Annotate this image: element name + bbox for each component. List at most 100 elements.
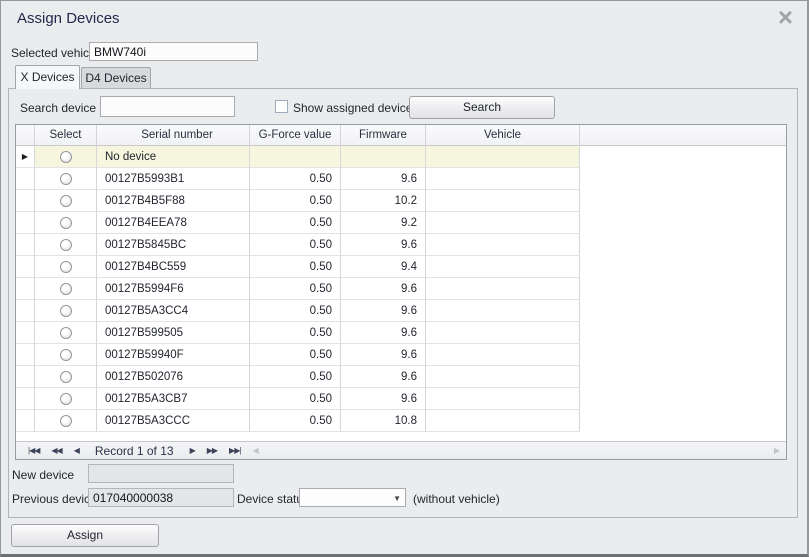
- scroll-left-icon[interactable]: ◀: [252, 446, 258, 455]
- vehicle-cell[interactable]: [426, 366, 580, 388]
- firmware-cell[interactable]: 9.6: [341, 366, 426, 388]
- select-radio[interactable]: [60, 283, 72, 295]
- firmware-cell[interactable]: 9.6: [341, 168, 426, 190]
- gforce-cell[interactable]: [250, 146, 341, 168]
- firmware-cell[interactable]: 9.6: [341, 322, 426, 344]
- gforce-cell[interactable]: 0.50: [250, 234, 341, 256]
- header-vehicle[interactable]: Vehicle: [426, 125, 580, 146]
- table-row[interactable]: 00127B599505 0.50 9.6: [16, 322, 786, 344]
- table-row[interactable]: ▶ No device: [16, 146, 786, 168]
- device-status-dropdown[interactable]: ▼: [299, 488, 406, 507]
- vehicle-cell[interactable]: [426, 344, 580, 366]
- vehicle-cell[interactable]: [426, 410, 580, 432]
- scroll-right-icon[interactable]: ▶: [774, 446, 780, 455]
- table-row[interactable]: 00127B5994F6 0.50 9.6: [16, 278, 786, 300]
- select-radio[interactable]: [60, 195, 72, 207]
- firmware-cell[interactable]: 9.6: [341, 234, 426, 256]
- firmware-cell[interactable]: 9.2: [341, 212, 426, 234]
- header-gforce-value[interactable]: G-Force value: [250, 125, 341, 146]
- serial-number-cell[interactable]: 00127B5994F6: [97, 278, 250, 300]
- table-row[interactable]: 00127B502076 0.50 9.6: [16, 366, 786, 388]
- search-device-input[interactable]: [100, 96, 235, 117]
- table-row[interactable]: 00127B4B5F88 0.50 10.2: [16, 190, 786, 212]
- table-row[interactable]: 00127B5993B1 0.50 9.6: [16, 168, 786, 190]
- gforce-cell[interactable]: 0.50: [250, 410, 341, 432]
- select-radio[interactable]: [60, 261, 72, 273]
- vehicle-cell[interactable]: [426, 168, 580, 190]
- show-assigned-devices-checkbox[interactable]: [275, 100, 288, 113]
- select-radio[interactable]: [60, 305, 72, 317]
- firmware-cell[interactable]: [341, 146, 426, 168]
- nav-first-button[interactable]: |◀◀: [28, 446, 39, 455]
- gforce-cell[interactable]: 0.50: [250, 344, 341, 366]
- serial-number-cell[interactable]: 00127B502076: [97, 366, 250, 388]
- firmware-cell[interactable]: 10.2: [341, 190, 426, 212]
- serial-number-cell[interactable]: 00127B5A3CC4: [97, 300, 250, 322]
- serial-number-cell[interactable]: 00127B4EEA78: [97, 212, 250, 234]
- vehicle-cell[interactable]: [426, 322, 580, 344]
- selected-vehicle-field[interactable]: BMW740i: [89, 42, 258, 61]
- table-row[interactable]: 00127B5A3CCC 0.50 10.8: [16, 410, 786, 432]
- tab-d4-devices[interactable]: D4 Devices: [81, 67, 151, 89]
- serial-number-cell[interactable]: 00127B5993B1: [97, 168, 250, 190]
- serial-number-cell[interactable]: 00127B59940F: [97, 344, 250, 366]
- serial-number-cell[interactable]: 00127B5A3CCC: [97, 410, 250, 432]
- nav-next-button[interactable]: ▶: [190, 446, 195, 455]
- select-radio[interactable]: [60, 415, 72, 427]
- gforce-cell[interactable]: 0.50: [250, 168, 341, 190]
- gforce-cell[interactable]: 0.50: [250, 322, 341, 344]
- gforce-cell[interactable]: 0.50: [250, 256, 341, 278]
- serial-number-cell[interactable]: 00127B4B5F88: [97, 190, 250, 212]
- header-serial-number[interactable]: Serial number: [97, 125, 250, 146]
- gforce-cell[interactable]: 0.50: [250, 388, 341, 410]
- vehicle-cell[interactable]: [426, 234, 580, 256]
- select-radio[interactable]: [60, 173, 72, 185]
- previous-device-field[interactable]: 017040000038: [88, 488, 234, 507]
- table-row[interactable]: 00127B4EEA78 0.50 9.2: [16, 212, 786, 234]
- firmware-cell[interactable]: 9.6: [341, 344, 426, 366]
- select-radio[interactable]: [60, 371, 72, 383]
- vehicle-cell[interactable]: [426, 256, 580, 278]
- table-row[interactable]: 00127B4BC559 0.50 9.4: [16, 256, 786, 278]
- table-row[interactable]: 00127B5A3CB7 0.50 9.6: [16, 388, 786, 410]
- gforce-cell[interactable]: 0.50: [250, 278, 341, 300]
- close-icon[interactable]: ×: [778, 3, 793, 31]
- gforce-cell[interactable]: 0.50: [250, 300, 341, 322]
- firmware-cell[interactable]: 9.4: [341, 256, 426, 278]
- serial-number-cell[interactable]: 00127B5A3CB7: [97, 388, 250, 410]
- firmware-cell[interactable]: 9.6: [341, 300, 426, 322]
- assign-button[interactable]: Assign: [11, 524, 159, 547]
- vehicle-cell[interactable]: [426, 190, 580, 212]
- select-radio[interactable]: [60, 327, 72, 339]
- header-firmware[interactable]: Firmware: [341, 125, 426, 146]
- vehicle-cell[interactable]: [426, 300, 580, 322]
- new-device-field[interactable]: [88, 464, 234, 483]
- select-radio[interactable]: [60, 393, 72, 405]
- vehicle-cell[interactable]: [426, 278, 580, 300]
- serial-number-cell[interactable]: No device: [97, 146, 250, 168]
- search-button[interactable]: Search: [409, 96, 555, 119]
- select-radio[interactable]: [60, 217, 72, 229]
- serial-number-cell[interactable]: 00127B4BC559: [97, 256, 250, 278]
- vehicle-cell[interactable]: [426, 146, 580, 168]
- vehicle-cell[interactable]: [426, 212, 580, 234]
- vehicle-cell[interactable]: [426, 388, 580, 410]
- nav-last-button[interactable]: ▶▶|: [229, 446, 240, 455]
- table-row[interactable]: 00127B5845BC 0.50 9.6: [16, 234, 786, 256]
- firmware-cell[interactable]: 9.6: [341, 278, 426, 300]
- select-radio[interactable]: [60, 239, 72, 251]
- tab-x-devices[interactable]: X Devices: [15, 65, 80, 89]
- table-row[interactable]: 00127B5A3CC4 0.50 9.6: [16, 300, 786, 322]
- select-radio[interactable]: [60, 151, 72, 163]
- gforce-cell[interactable]: 0.50: [250, 366, 341, 388]
- firmware-cell[interactable]: 10.8: [341, 410, 426, 432]
- gforce-cell[interactable]: 0.50: [250, 212, 341, 234]
- nav-prev-page-button[interactable]: ◀◀: [51, 446, 61, 455]
- nav-prev-button[interactable]: ◀: [74, 446, 79, 455]
- nav-next-page-button[interactable]: ▶▶: [207, 446, 217, 455]
- gforce-cell[interactable]: 0.50: [250, 190, 341, 212]
- firmware-cell[interactable]: 9.6: [341, 388, 426, 410]
- serial-number-cell[interactable]: 00127B5845BC: [97, 234, 250, 256]
- serial-number-cell[interactable]: 00127B599505: [97, 322, 250, 344]
- select-radio[interactable]: [60, 349, 72, 361]
